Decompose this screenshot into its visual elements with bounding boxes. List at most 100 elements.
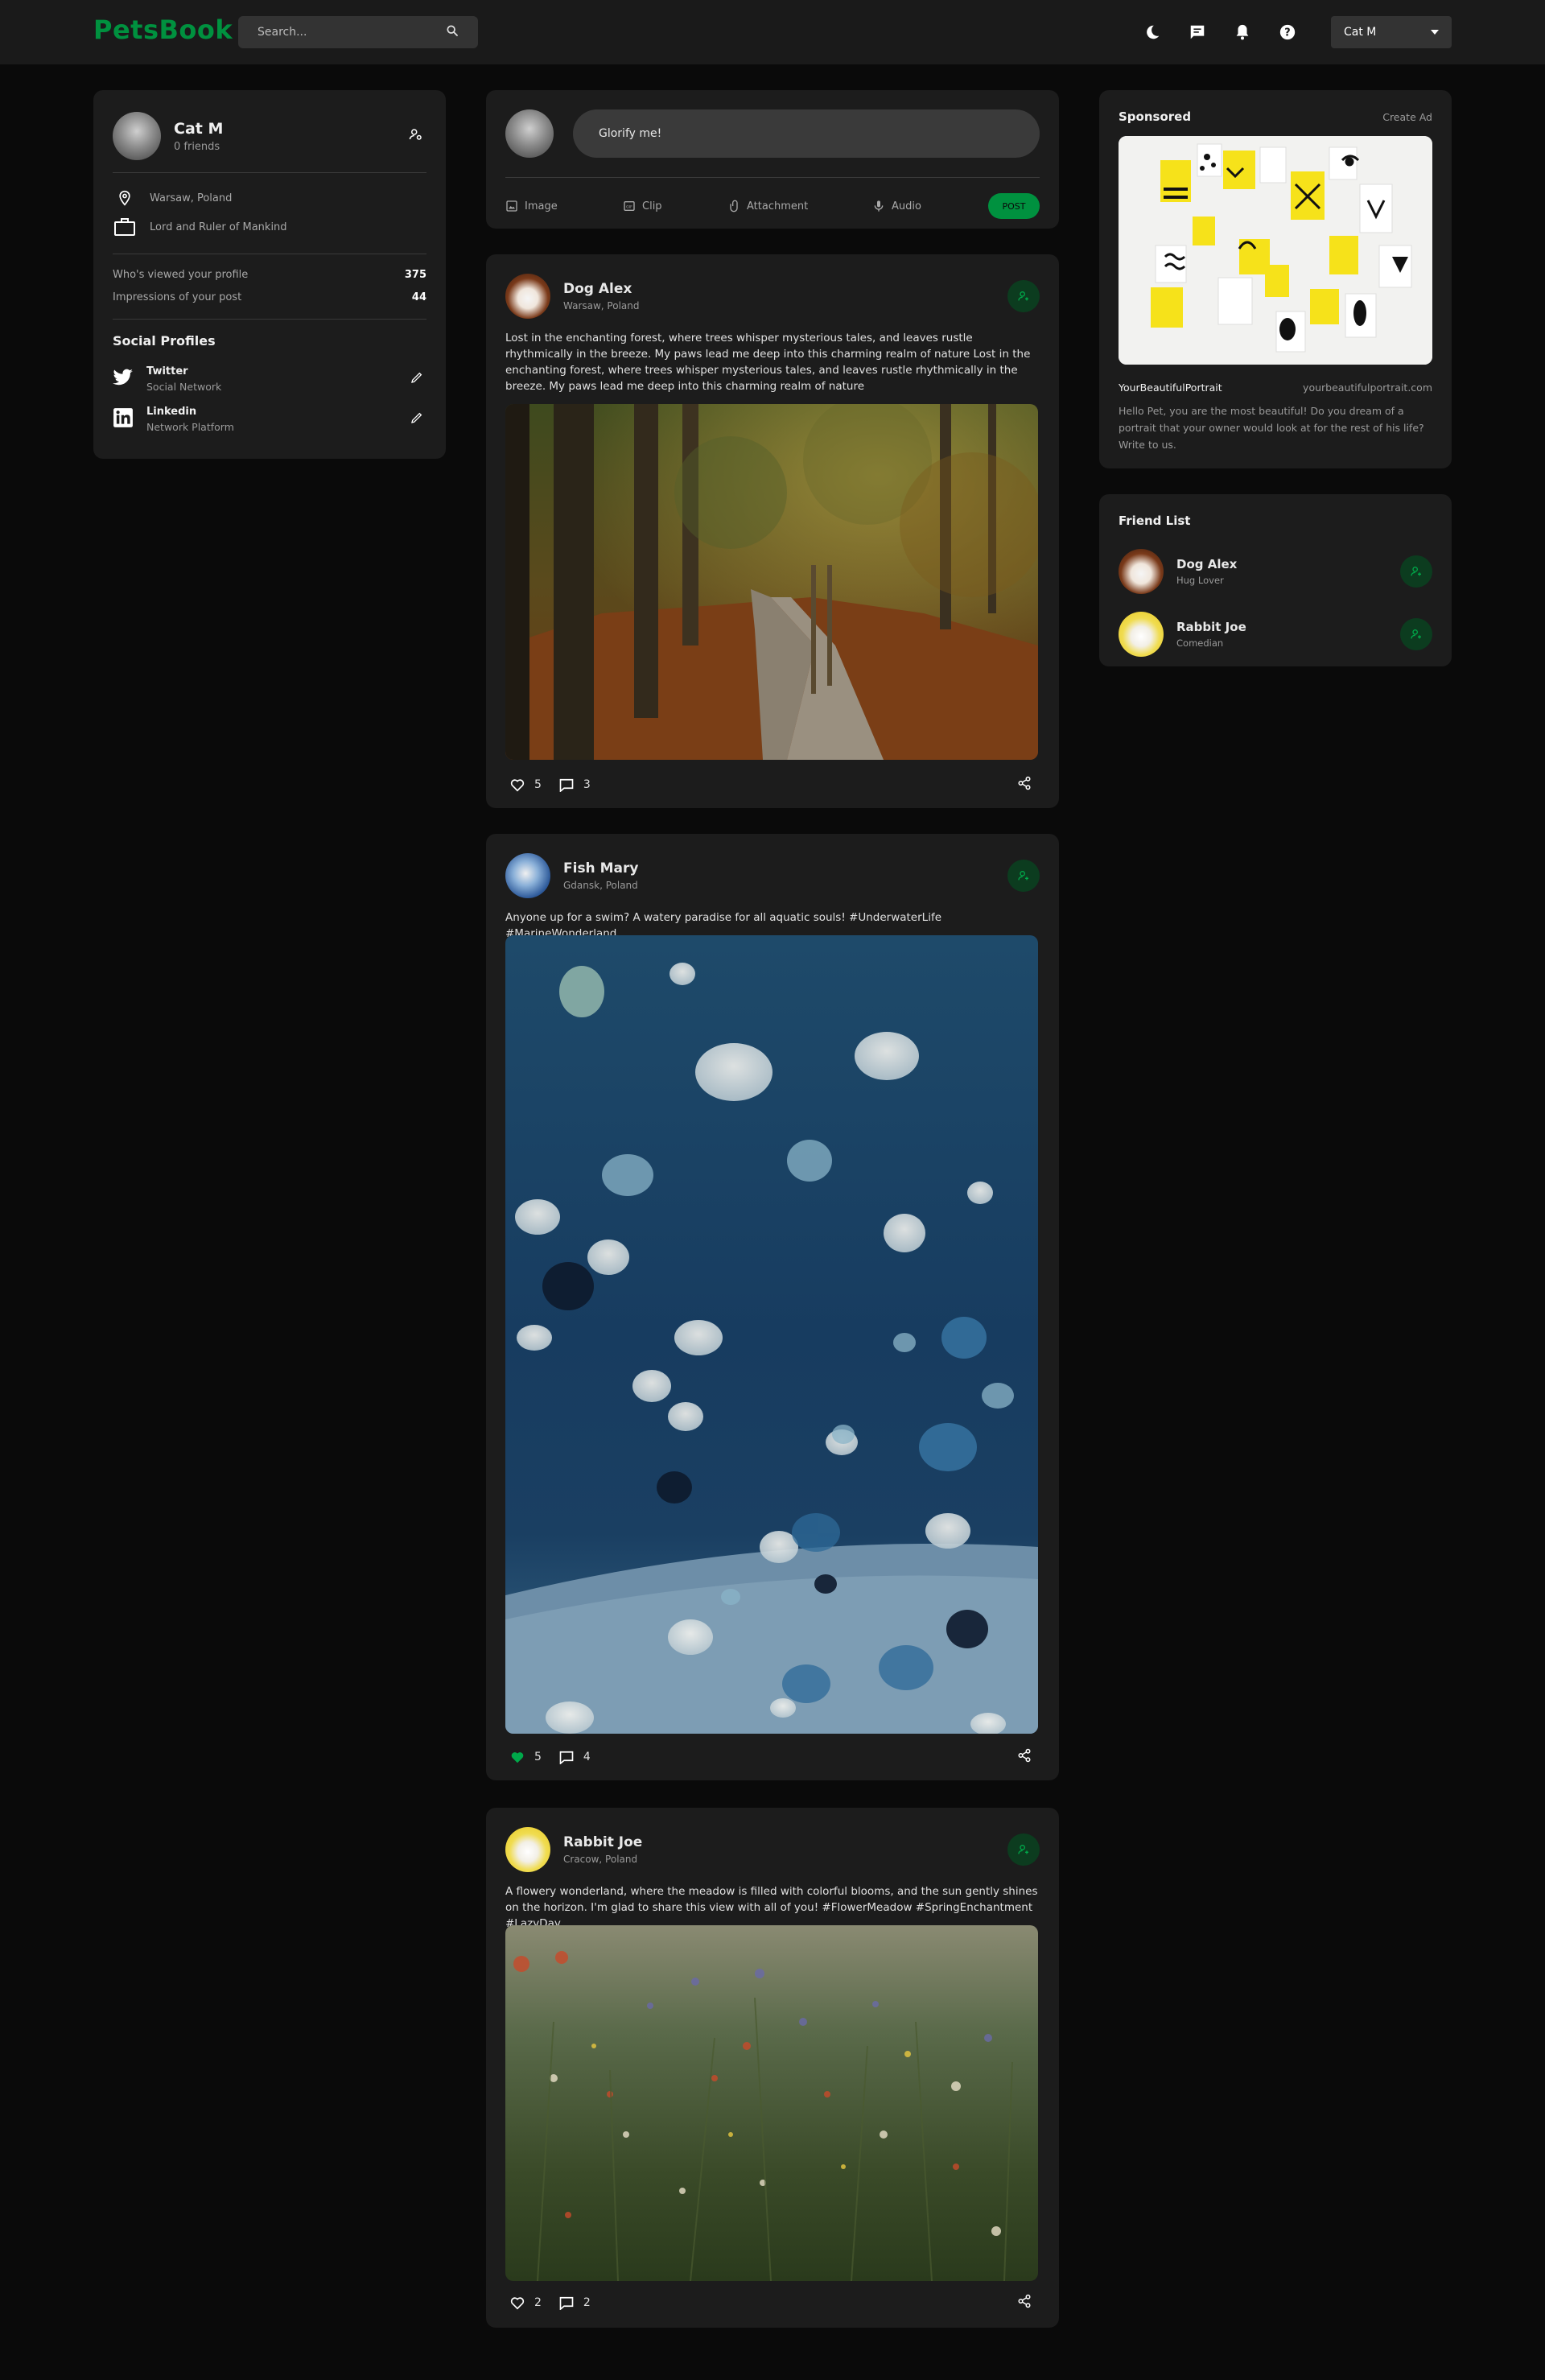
share-button[interactable] — [1017, 1748, 1032, 1766]
like-button[interactable]: 5 — [510, 1751, 542, 1764]
post-image[interactable] — [505, 404, 1038, 760]
composer-placeholder: Glorify me! — [599, 127, 662, 140]
stat-label: Impressions of your post — [113, 291, 242, 303]
share-button[interactable] — [1017, 2294, 1032, 2312]
location-pin-icon — [113, 188, 137, 208]
ad-url[interactable]: yourbeautifulportrait.com — [1303, 382, 1432, 394]
action-label: Attachment — [747, 200, 809, 212]
comment-button[interactable]: 3 — [559, 778, 591, 792]
location-text: Warsaw, Poland — [150, 192, 233, 204]
profile-location: Warsaw, Poland — [113, 188, 232, 208]
twitter-icon — [113, 369, 135, 390]
briefcase-icon — [113, 217, 137, 237]
post-location: Cracow, Poland — [563, 1854, 638, 1865]
social-sub: Social Network — [146, 381, 222, 393]
add-friend-button[interactable] — [1400, 618, 1432, 650]
comment-button[interactable]: 2 — [559, 2296, 591, 2310]
svg-text:?: ? — [1284, 27, 1290, 39]
add-person-icon — [1018, 871, 1028, 881]
comment-button[interactable]: 4 — [559, 1751, 591, 1764]
attachment-action[interactable]: Attachment — [727, 200, 872, 212]
post-header: Dog Alex Warsaw, Poland — [505, 274, 1040, 319]
post-text: Lost in the enchanting forest, where tre… — [505, 332, 1031, 393]
ad-image[interactable] — [1119, 136, 1432, 365]
heart-outline-icon — [510, 778, 525, 791]
notifications-icon[interactable] — [1220, 16, 1265, 48]
share-icon — [1018, 776, 1031, 790]
friend-sub: Hug Lover — [1176, 575, 1224, 586]
create-ad-link[interactable]: Create Ad — [1382, 111, 1432, 123]
image-icon — [506, 200, 517, 212]
share-icon — [1018, 1748, 1031, 1763]
post-avatar[interactable] — [505, 853, 550, 898]
share-button[interactable] — [1017, 776, 1032, 794]
add-person-icon — [1018, 1845, 1028, 1854]
social-profiles-title: Social Profiles — [113, 333, 216, 349]
add-friend-button[interactable] — [1007, 1833, 1040, 1866]
post-author-name[interactable]: Fish Mary — [563, 860, 638, 877]
like-button[interactable]: 2 — [510, 2296, 542, 2310]
help-icon[interactable]: ? — [1265, 16, 1310, 48]
search-input[interactable] — [258, 26, 418, 39]
audio-action[interactable]: Audio — [872, 200, 921, 212]
post-author-name[interactable]: Dog Alex — [563, 281, 640, 297]
stat-profile-views: Who's viewed your profile 375 — [113, 269, 426, 281]
dark-mode-icon[interactable] — [1130, 16, 1175, 48]
search-icon[interactable] — [446, 24, 459, 40]
ad-description: Hello Pet, you are the most beautiful! D… — [1119, 405, 1424, 451]
add-friend-button[interactable] — [1007, 280, 1040, 312]
manage-account-icon[interactable] — [409, 127, 423, 145]
friend-name[interactable]: Dog Alex — [1176, 557, 1237, 571]
user-select[interactable]: Cat M — [1331, 16, 1452, 48]
add-person-icon — [1018, 291, 1028, 301]
logo[interactable]: PetsBook — [93, 14, 233, 45]
post-card: Fish Mary Gdansk, Poland Anyone up for a… — [486, 834, 1059, 1780]
post-card: Rabbit Joe Cracow, Poland A flowery wond… — [486, 1808, 1059, 2328]
profile-name[interactable]: Cat M — [174, 120, 223, 138]
post-button[interactable]: POST — [988, 193, 1040, 219]
profile-avatar[interactable] — [113, 112, 161, 160]
post-composer: Glorify me! Image GIF Clip Attachment Au… — [486, 90, 1059, 229]
clip-action[interactable]: GIF Clip — [623, 200, 727, 212]
post-header: Rabbit Joe Cracow, Poland — [505, 1827, 1040, 1872]
social-name[interactable]: Twitter — [146, 365, 221, 377]
ad-meta: YourBeautifulPortrait yourbeautifulportr… — [1119, 382, 1432, 394]
divider — [113, 172, 426, 173]
sponsored-card: Sponsored Create Ad YourBeautifulPortrai… — [1099, 90, 1452, 468]
add-friend-button[interactable] — [1400, 555, 1432, 588]
friend-item: Dog Alex Hug Lover — [1119, 549, 1432, 594]
profile-friends: 0 friends — [174, 140, 220, 153]
post-header: Fish Mary Gdansk, Poland — [505, 853, 1040, 898]
post-author-name[interactable]: Rabbit Joe — [563, 1834, 642, 1850]
friend-avatar[interactable] — [1119, 549, 1164, 594]
composer-input[interactable]: Glorify me! — [573, 109, 1040, 158]
stat-value: 44 — [411, 291, 426, 303]
post-avatar[interactable] — [505, 1827, 550, 1872]
jellyfish-photo — [505, 935, 1038, 1734]
edit-icon[interactable] — [410, 411, 423, 427]
messages-icon[interactable] — [1175, 16, 1220, 48]
friend-name[interactable]: Rabbit Joe — [1176, 620, 1246, 634]
post-image[interactable] — [505, 935, 1038, 1734]
like-count: 2 — [534, 2296, 542, 2309]
add-person-icon — [1411, 629, 1421, 639]
social-name[interactable]: Linkedin — [146, 406, 234, 418]
add-person-icon — [1411, 567, 1421, 576]
post-text: A flowery wonderland, where the meadow i… — [505, 1885, 1038, 1930]
profile-occupation: Lord and Ruler of Mankind — [113, 217, 287, 237]
like-count: 5 — [534, 778, 542, 791]
action-label: Audio — [892, 200, 921, 212]
post-image[interactable] — [505, 1925, 1038, 2281]
friend-avatar[interactable] — [1119, 612, 1164, 657]
image-action[interactable]: Image — [505, 200, 623, 212]
divider — [505, 177, 1040, 178]
edit-icon[interactable] — [410, 371, 423, 387]
like-button[interactable]: 5 — [510, 778, 542, 792]
add-friend-button[interactable] — [1007, 860, 1040, 892]
caret-down-icon — [1431, 30, 1439, 35]
user-select-value: Cat M — [1344, 26, 1377, 39]
friend-sub: Comedian — [1176, 637, 1224, 649]
comment-icon — [559, 778, 574, 792]
post-footer: 5 3 — [505, 773, 1040, 797]
post-avatar[interactable] — [505, 274, 550, 319]
